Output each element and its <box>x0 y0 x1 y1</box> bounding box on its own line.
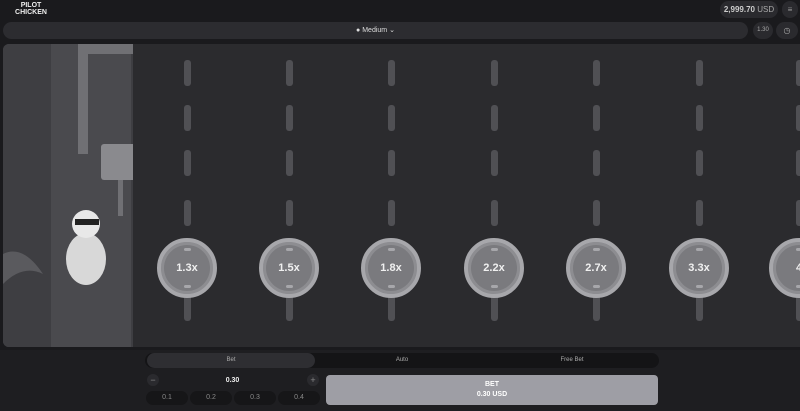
tab-auto[interactable]: Auto <box>317 353 487 368</box>
multiplier-label: 4 <box>795 262 800 274</box>
coin-notch <box>388 285 395 288</box>
lane-dash <box>796 105 800 131</box>
history-button[interactable]: ◷ <box>776 22 798 39</box>
coin-notch <box>593 285 600 288</box>
coin-notch <box>184 285 191 288</box>
game-area: 1.3x 1.5x 1.8x 2.2x 2.7x 3.3x 4 <box>3 44 800 347</box>
bet-mode-tabs: Bet Auto Free Bet <box>145 353 659 368</box>
multiplier-coin[interactable]: 4 <box>769 238 800 298</box>
lane-dash <box>593 105 600 131</box>
lane-dash <box>286 200 293 226</box>
multiplier-label: 1.8x <box>380 262 402 274</box>
multiplier-coin[interactable]: 3.3x <box>669 238 729 298</box>
lane-dash <box>184 60 191 86</box>
bet-amount-label: 0.30 USD <box>476 391 508 398</box>
coin-notch <box>593 248 600 251</box>
lane-dash <box>593 150 600 176</box>
menu-button[interactable]: ≡ <box>782 1 798 18</box>
chicken-scene <box>3 44 137 347</box>
lane-dash <box>286 295 293 321</box>
multiplier-coin[interactable]: 1.5x <box>259 238 319 298</box>
difficulty-value: Medium <box>362 27 388 34</box>
multiplier-coin[interactable]: 1.3x <box>157 238 217 298</box>
lane-dash <box>184 200 191 226</box>
balance-display: 2,999.70 USD <box>720 1 778 18</box>
multiplier-label: 2.2x <box>483 262 505 274</box>
lane-dash <box>388 150 395 176</box>
multiplier-label: 1.5x <box>278 262 300 274</box>
coin-notch <box>286 248 293 251</box>
lane-dash <box>286 105 293 131</box>
multiplier-coin[interactable]: 1.8x <box>361 238 421 298</box>
lane-dash <box>796 200 800 226</box>
multiplier-badge[interactable]: 1.30 <box>753 22 773 39</box>
lane-dash <box>184 150 191 176</box>
coin-notch <box>491 248 498 251</box>
lane-dash <box>593 60 600 86</box>
lane-dash <box>491 150 498 176</box>
egg-icon: ● <box>356 27 361 34</box>
lane-dash <box>796 295 800 321</box>
plus-icon: + <box>310 375 316 385</box>
increase-bet-button[interactable]: + <box>307 374 319 386</box>
quick-amount-0.4[interactable]: 0.4 <box>278 391 320 405</box>
quick-amount-0.2[interactable]: 0.2 <box>190 391 232 405</box>
lane-dash <box>286 150 293 176</box>
lane-dash <box>696 105 703 131</box>
coin-notch <box>696 248 703 251</box>
coin-notch <box>491 285 498 288</box>
balance-currency: USD <box>757 5 775 14</box>
lane-dash <box>696 60 703 86</box>
chevron-down-icon: ⌄ <box>389 27 395 34</box>
lane-dash <box>491 200 498 226</box>
multiplier-label: 1.3x <box>176 262 198 274</box>
multiplier-coin[interactable]: 2.2x <box>464 238 524 298</box>
pilot-chicken-logo: PILOT CHICKEN <box>15 2 47 16</box>
coin-notch <box>388 248 395 251</box>
chicken-illustration <box>3 44 137 347</box>
lane-dash <box>796 60 800 86</box>
lane-dash <box>696 295 703 321</box>
bet-button[interactable]: BET 0.30 USD <box>326 375 658 405</box>
lane-dash <box>388 295 395 321</box>
lane-dash <box>796 150 800 176</box>
lane-dash <box>388 200 395 226</box>
lane-dash <box>184 295 191 321</box>
tab-bet[interactable]: Bet <box>147 353 315 368</box>
coin-notch <box>184 248 191 251</box>
multiplier-label: 3.3x <box>688 262 710 274</box>
balance-amount: 2,999.70 <box>723 5 755 14</box>
hamburger-icon: ≡ <box>787 5 793 14</box>
difficulty-select[interactable]: ● Medium ⌄ <box>3 22 748 39</box>
lane-dash <box>593 200 600 226</box>
multiplier-label: 2.7x <box>585 262 607 274</box>
coin-notch <box>796 248 800 251</box>
multiplier-coin[interactable]: 2.7x <box>566 238 626 298</box>
lane-dash <box>696 200 703 226</box>
lane-dash <box>491 60 498 86</box>
lane-dash <box>491 105 498 131</box>
quick-amount-0.1[interactable]: 0.1 <box>146 391 188 405</box>
coin-notch <box>286 285 293 288</box>
bet-amount-input[interactable]: 0.30 <box>145 373 320 389</box>
lane-dash <box>286 60 293 86</box>
lane-dash <box>388 60 395 86</box>
quick-amount-0.3[interactable]: 0.3 <box>234 391 276 405</box>
tab-free-bet[interactable]: Free Bet <box>487 353 657 368</box>
lane-dash <box>491 295 498 321</box>
clock-icon: ◷ <box>783 26 791 35</box>
lane-dash <box>696 150 703 176</box>
bet-label: BET <box>485 381 499 388</box>
lane-dash <box>388 105 395 131</box>
lane-dash <box>593 295 600 321</box>
lane-dash <box>184 105 191 131</box>
coin-notch <box>796 285 800 288</box>
coin-notch <box>696 285 703 288</box>
